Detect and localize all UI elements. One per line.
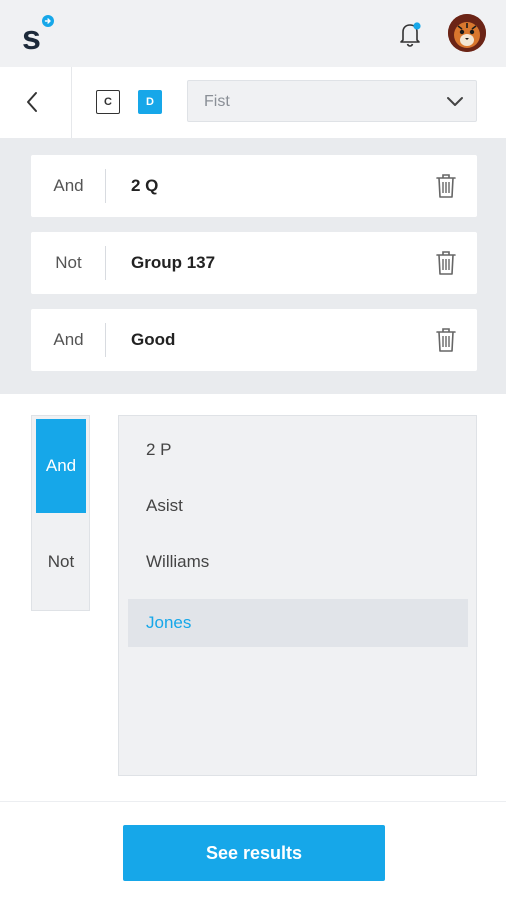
divider [105,323,106,357]
condition-value: Good [131,330,176,349]
divider [105,246,106,280]
condition-operator: And [53,176,84,195]
back-button[interactable] [0,67,72,138]
condition-value: 2 Q [131,176,159,195]
condition-value: Group 137 [131,253,216,272]
footer: See results [0,801,506,900]
bell-icon[interactable] [394,18,426,50]
chevron-down-icon [447,97,463,106]
avatar[interactable] [448,14,486,52]
select-value: Fist [204,93,230,110]
operator-picker: And Not [31,415,90,611]
s-logo-icon[interactable]: s [20,12,60,56]
condition-row: And Good [31,309,477,371]
chip-d[interactable]: D [138,90,162,114]
operator-and-button[interactable]: And [36,419,86,513]
condition-row: Not Group 137 [31,232,477,294]
conditions-panel: And 2 Q Not Group 137 And Good [0,138,506,394]
condition-row: And 2 Q [31,155,477,217]
see-results-button[interactable]: See results [123,825,385,881]
list-item-selected[interactable]: Jones [128,599,468,647]
chip-c[interactable]: C [96,90,120,114]
svg-text:s: s [22,19,41,56]
filter-bar: C D Fist [0,67,506,138]
top-bar: s [0,0,506,67]
operator-not-button[interactable]: Not [36,515,86,609]
condition-operator: Not [55,253,82,272]
condition-operator: And [53,330,84,349]
field-select[interactable]: Fist [187,80,477,122]
trash-icon[interactable] [435,173,457,199]
trash-icon[interactable] [435,250,457,276]
list-item[interactable]: Asist [128,482,468,530]
list-item[interactable]: Williams [128,538,468,586]
list-item[interactable]: 2 P [128,426,468,474]
tiger-avatar-icon [448,14,486,52]
trash-icon[interactable] [435,327,457,353]
divider [105,169,106,203]
options-list: 2 P Asist Williams Jones [118,415,477,776]
chevron-left-icon [27,92,37,112]
